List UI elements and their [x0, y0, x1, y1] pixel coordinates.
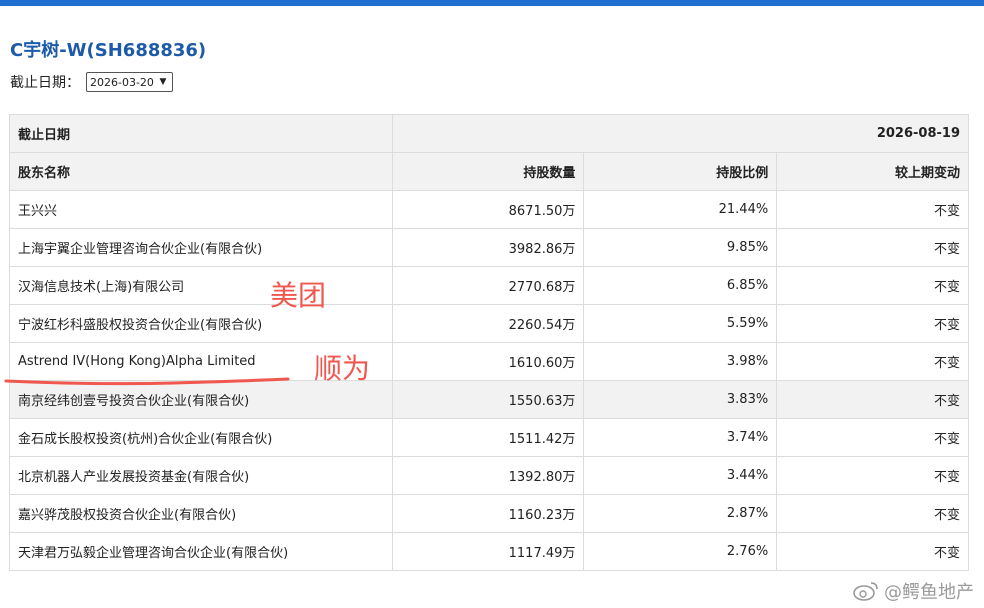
chevron-down-icon: ▼: [159, 77, 167, 87]
table-row: 王兴兴 8671.50万 21.44% 不变: [9, 190, 969, 229]
top-accent-bar: [0, 0, 984, 6]
table-row: 汉海信息技术(上海)有限公司 2770.68万 6.85% 不变: [9, 266, 969, 305]
cell-holder-name: 南京经纬创壹号投资合伙企业(有限合伙): [9, 380, 393, 419]
cell-ratio: 3.44%: [583, 456, 778, 495]
cell-holder-name: 汉海信息技术(上海)有限公司: [9, 266, 393, 305]
column-header-change: 较上期变动: [776, 152, 969, 191]
cell-shares: 3982.86万: [391, 228, 585, 267]
cell-change: 不变: [776, 304, 969, 343]
cell-change: 不变: [776, 190, 969, 229]
cell-holder-name: Astrend IV(Hong Kong)Alpha Limited: [9, 342, 393, 381]
cell-ratio: 3.83%: [583, 380, 778, 419]
cell-change: 不变: [776, 266, 969, 305]
cell-ratio: 6.85%: [583, 266, 778, 305]
table-header-row: 股东名称 持股数量 持股比例 较上期变动: [9, 152, 969, 191]
cell-ratio: 5.59%: [583, 304, 778, 343]
table-row: 嘉兴骅茂股权投资合伙企业(有限合伙) 1160.23万 2.87% 不变: [9, 494, 969, 533]
table-row: 南京经纬创壹号投资合伙企业(有限合伙) 1550.63万 3.83% 不变: [9, 380, 969, 419]
table-row: 宁波红杉科盛股权投资合伙企业(有限合伙) 2260.54万 5.59% 不变: [9, 304, 969, 343]
cell-shares: 1392.80万: [391, 456, 585, 495]
cell-ratio: 9.85%: [583, 228, 778, 267]
table-row: 上海宇翼企业管理咨询合伙企业(有限合伙) 3982.86万 9.85% 不变: [9, 228, 969, 267]
cell-ratio: 3.74%: [583, 418, 778, 457]
cell-holder-name: 王兴兴: [9, 190, 393, 229]
cell-holder-name: 嘉兴骅茂股权投资合伙企业(有限合伙): [9, 494, 393, 533]
cell-shares: 2770.68万: [391, 266, 585, 305]
column-header-ratio: 持股比例: [583, 152, 778, 191]
cell-shares: 1117.49万: [391, 532, 585, 571]
header-date-value: 2026-08-19: [391, 114, 970, 153]
cell-ratio: 2.76%: [583, 532, 778, 571]
cell-holder-name: 宁波红杉科盛股权投资合伙企业(有限合伙): [9, 304, 393, 343]
cell-change: 不变: [776, 418, 969, 457]
watermark-text: @鳄鱼地产: [884, 582, 974, 603]
cell-ratio: 2.87%: [583, 494, 778, 533]
cell-change: 不变: [776, 532, 969, 571]
cell-shares: 2260.54万: [391, 304, 585, 343]
table-row: 天津君万弘毅企业管理咨询合伙企业(有限合伙) 1117.49万 2.76% 不变: [9, 532, 969, 571]
table-row: 金石成长股权投资(杭州)合伙企业(有限合伙) 1511.42万 3.74% 不变: [9, 418, 969, 457]
cell-shares: 1550.63万: [391, 380, 585, 419]
cell-change: 不变: [776, 380, 969, 419]
cell-ratio: 3.98%: [583, 342, 778, 381]
date-filter-label: 截止日期：: [10, 75, 80, 91]
cell-holder-name: 金石成长股权投资(杭州)合伙企业(有限合伙): [9, 418, 393, 457]
cell-shares: 1610.60万: [391, 342, 585, 381]
date-filter-row: 截止日期： 2026-03-20 ▼: [10, 72, 173, 92]
cell-holder-name: 天津君万弘毅企业管理咨询合伙企业(有限合伙): [9, 532, 393, 571]
weibo-logo-icon: [853, 582, 878, 601]
cell-change: 不变: [776, 228, 969, 267]
cell-change: 不变: [776, 456, 969, 495]
cell-ratio: 21.44%: [583, 190, 778, 229]
cell-holder-name: 北京机器人产业发展投资基金(有限合伙): [9, 456, 393, 495]
cell-shares: 1160.23万: [391, 494, 585, 533]
date-select-value: 2026-03-20: [90, 75, 154, 89]
date-select[interactable]: 2026-03-20 ▼: [86, 72, 173, 92]
column-header-name: 股东名称: [9, 152, 393, 191]
table-header-date-row: 截止日期 2026-08-19: [9, 114, 970, 153]
shareholder-table: 截止日期 2026-08-19 股东名称 持股数量 持股比例 较上期变动 王兴兴…: [9, 114, 970, 571]
cell-change: 不变: [776, 342, 969, 381]
header-date-label: 截止日期: [9, 114, 393, 153]
cell-holder-name: 上海宇翼企业管理咨询合伙企业(有限合伙): [9, 228, 393, 267]
table-row: Astrend IV(Hong Kong)Alpha Limited 1610.…: [9, 342, 969, 381]
column-header-shares: 持股数量: [391, 152, 585, 191]
cell-shares: 1511.42万: [391, 418, 585, 457]
page-title: C宇树-W(SH688836): [10, 40, 207, 61]
cell-change: 不变: [776, 494, 969, 533]
cell-shares: 8671.50万: [391, 190, 585, 229]
table-row: 北京机器人产业发展投资基金(有限合伙) 1392.80万 3.44% 不变: [9, 456, 969, 495]
watermark: @鳄鱼地产: [852, 578, 974, 604]
